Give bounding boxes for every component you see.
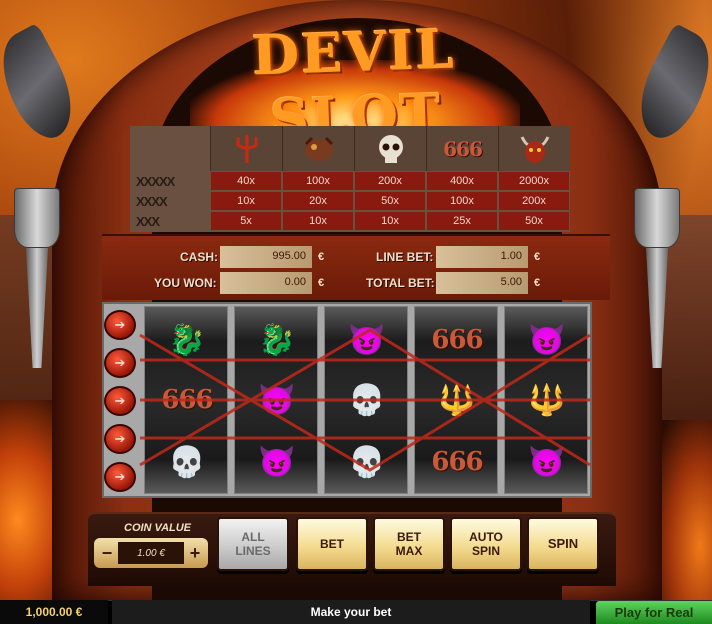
play-for-real-button[interactable]: Play for Real bbox=[596, 601, 712, 624]
balance-display: 1,000.00 € bbox=[0, 600, 108, 624]
coin-increase-button[interactable]: + bbox=[184, 538, 206, 568]
status-message: Make your bet bbox=[112, 600, 590, 624]
coin-value-display: 1.00 € bbox=[118, 542, 184, 564]
coin-value-label: COIN VALUE bbox=[124, 522, 192, 534]
coin-value-stepper: − 1.00 € + bbox=[94, 538, 208, 568]
all-lines-button[interactable]: ALL LINES bbox=[217, 517, 289, 571]
spin-button[interactable]: SPIN bbox=[527, 517, 599, 571]
bet-button[interactable]: BET bbox=[296, 517, 368, 571]
auto-spin-button[interactable]: AUTO SPIN bbox=[450, 517, 522, 571]
coin-value-panel: COIN VALUE − 1.00 € + bbox=[94, 520, 208, 570]
coin-decrease-button[interactable]: − bbox=[96, 538, 118, 568]
bet-max-button[interactable]: BET MAX bbox=[373, 517, 445, 571]
